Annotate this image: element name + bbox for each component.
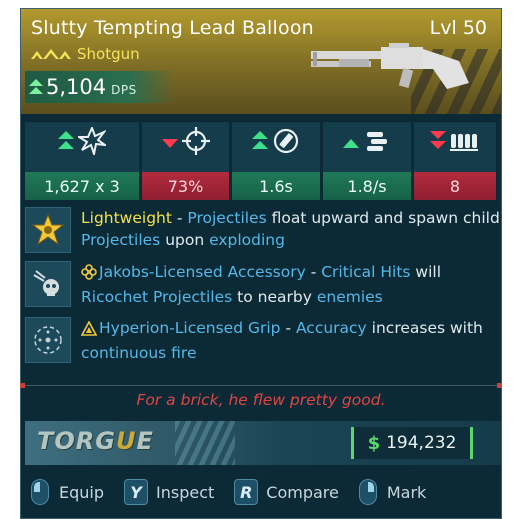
- logo-text-accent: U: [115, 427, 137, 455]
- price-display: $ 194,232: [351, 427, 473, 459]
- item-header: Slutty Tempting Lead Balloon Lvl 50 Shot…: [21, 9, 501, 114]
- torgue-logo: TORGUE: [37, 427, 154, 455]
- r-key-icon: R: [234, 479, 259, 505]
- double-up-arrow-icon: [252, 131, 268, 155]
- item-card: Slutty Tempting Lead Balloon Lvl 50 Shot…: [20, 8, 502, 519]
- crosshair-icon: [181, 127, 210, 159]
- mark-label: Mark: [386, 482, 427, 502]
- divider: [20, 383, 502, 388]
- logo-text: TORG: [37, 427, 116, 455]
- perk-jakobs-accessory: Jakobs-Licensed Accessory - Critical Hit…: [25, 261, 501, 308]
- perk-text-part: to nearby: [232, 288, 317, 306]
- rarity-row: Shotgun: [31, 45, 140, 63]
- stat-magazine-value: 8: [414, 172, 496, 200]
- inspect-action[interactable]: Y Inspect: [124, 479, 214, 505]
- compare-label: Compare: [266, 482, 339, 502]
- perk-keyword: Accuracy: [295, 319, 367, 337]
- down-arrow-icon: [161, 134, 178, 153]
- stat-fire-rate: 1.8/s: [323, 122, 411, 200]
- stat-accuracy-value: 73%: [142, 172, 229, 200]
- item-level: Lvl 50: [429, 17, 487, 39]
- perk-jakobs-text: Jakobs-Licensed Accessory - Critical Hit…: [81, 261, 501, 308]
- perk-lightweight: Lightweight - Projectiles float upward a…: [25, 207, 501, 253]
- rarity-chevrons-icon: [31, 47, 71, 61]
- price-value: 194,232: [386, 433, 457, 453]
- perk-keyword: exploding: [209, 231, 285, 249]
- stat-damage: 1,627 x 3: [25, 122, 139, 200]
- perk-title: Jakobs-Licensed Accessory: [99, 263, 306, 281]
- perk-keyword: Critical Hits: [321, 263, 411, 281]
- reticle-grip-icon: [25, 317, 71, 363]
- y-key-icon: Y: [124, 479, 149, 505]
- perk-text-part: will: [410, 263, 442, 281]
- perk-keyword: continuous fire: [81, 344, 197, 362]
- perk-title: Lightweight: [81, 209, 172, 227]
- perk-text-part: -: [305, 263, 322, 281]
- stat-reload-value: 1.6s: [232, 172, 320, 200]
- manufacturer-stripes: [175, 421, 235, 465]
- perk-hyperion-grip: Hyperion-Licensed Grip - Accuracy increa…: [25, 317, 501, 364]
- perk-text-part: -: [280, 319, 296, 337]
- stats-row: 1,627 x 3 73% 1.6s 1.8/s 8: [25, 122, 499, 200]
- equip-label: Equip: [59, 482, 105, 502]
- manufacturer-bar: TORGUE $ 194,232: [25, 421, 501, 465]
- mouse-left-icon: [31, 479, 49, 505]
- flavor-text: For a brick, he flew pretty good.: [136, 391, 386, 409]
- perk-lightweight-text: Lightweight - Projectiles float upward a…: [81, 207, 501, 253]
- bullets-icon: [363, 129, 391, 157]
- star-badge-icon: [25, 207, 71, 253]
- action-bar: Equip Y Inspect R Compare Mark: [31, 479, 446, 505]
- shotgun-icon: [309, 39, 479, 103]
- perk-text-part: -: [171, 209, 188, 227]
- stat-reload: 1.6s: [232, 122, 320, 200]
- dollar-icon: $: [367, 432, 381, 454]
- mark-action[interactable]: Mark: [358, 479, 427, 505]
- perk-text-part: float upward and spawn child: [266, 209, 500, 227]
- stat-magazine: 8: [414, 122, 496, 200]
- perk-text-part: increases with: [366, 319, 483, 337]
- compare-action[interactable]: R Compare: [234, 479, 339, 505]
- inspect-label: Inspect: [156, 482, 215, 502]
- logo-text-end: E: [136, 427, 154, 455]
- weapon-type: Shotgun: [77, 45, 140, 63]
- jakobs-flower-icon: [81, 264, 97, 286]
- skull-ricochet-icon: [25, 261, 71, 307]
- magazine-icon: [450, 130, 480, 156]
- double-up-arrow-icon: [29, 79, 43, 95]
- stat-fire-rate-value: 1.8/s: [323, 172, 411, 200]
- perk-text-part: upon: [160, 231, 210, 249]
- dps-display: 5,104 DPS: [25, 71, 175, 103]
- perk-keyword: Ricochet Projectiles: [81, 288, 233, 306]
- hyperion-triangle-icon: [80, 320, 98, 342]
- perk-title: Hyperion-Licensed Grip: [99, 319, 281, 337]
- double-down-arrow-icon: [430, 131, 446, 155]
- item-name: Slutty Tempting Lead Balloon: [31, 17, 314, 39]
- perk-keyword: enemies: [316, 288, 383, 306]
- double-up-arrow-icon: [58, 131, 74, 155]
- dps-value: 5,104: [46, 75, 107, 99]
- stat-accuracy: 73%: [142, 122, 229, 200]
- mouse-right-icon: [358, 479, 377, 505]
- dps-unit: DPS: [111, 82, 137, 97]
- reload-icon: [272, 127, 300, 159]
- stat-damage-value: 1,627 x 3: [25, 172, 139, 200]
- perk-hyperion-text: Hyperion-Licensed Grip - Accuracy increa…: [80, 317, 501, 364]
- equip-action[interactable]: Equip: [31, 479, 104, 505]
- explosion-icon: [75, 125, 109, 159]
- perk-keyword: Projectiles: [187, 209, 267, 227]
- perk-keyword: Projectiles: [81, 231, 161, 249]
- up-arrow-icon: [343, 134, 359, 153]
